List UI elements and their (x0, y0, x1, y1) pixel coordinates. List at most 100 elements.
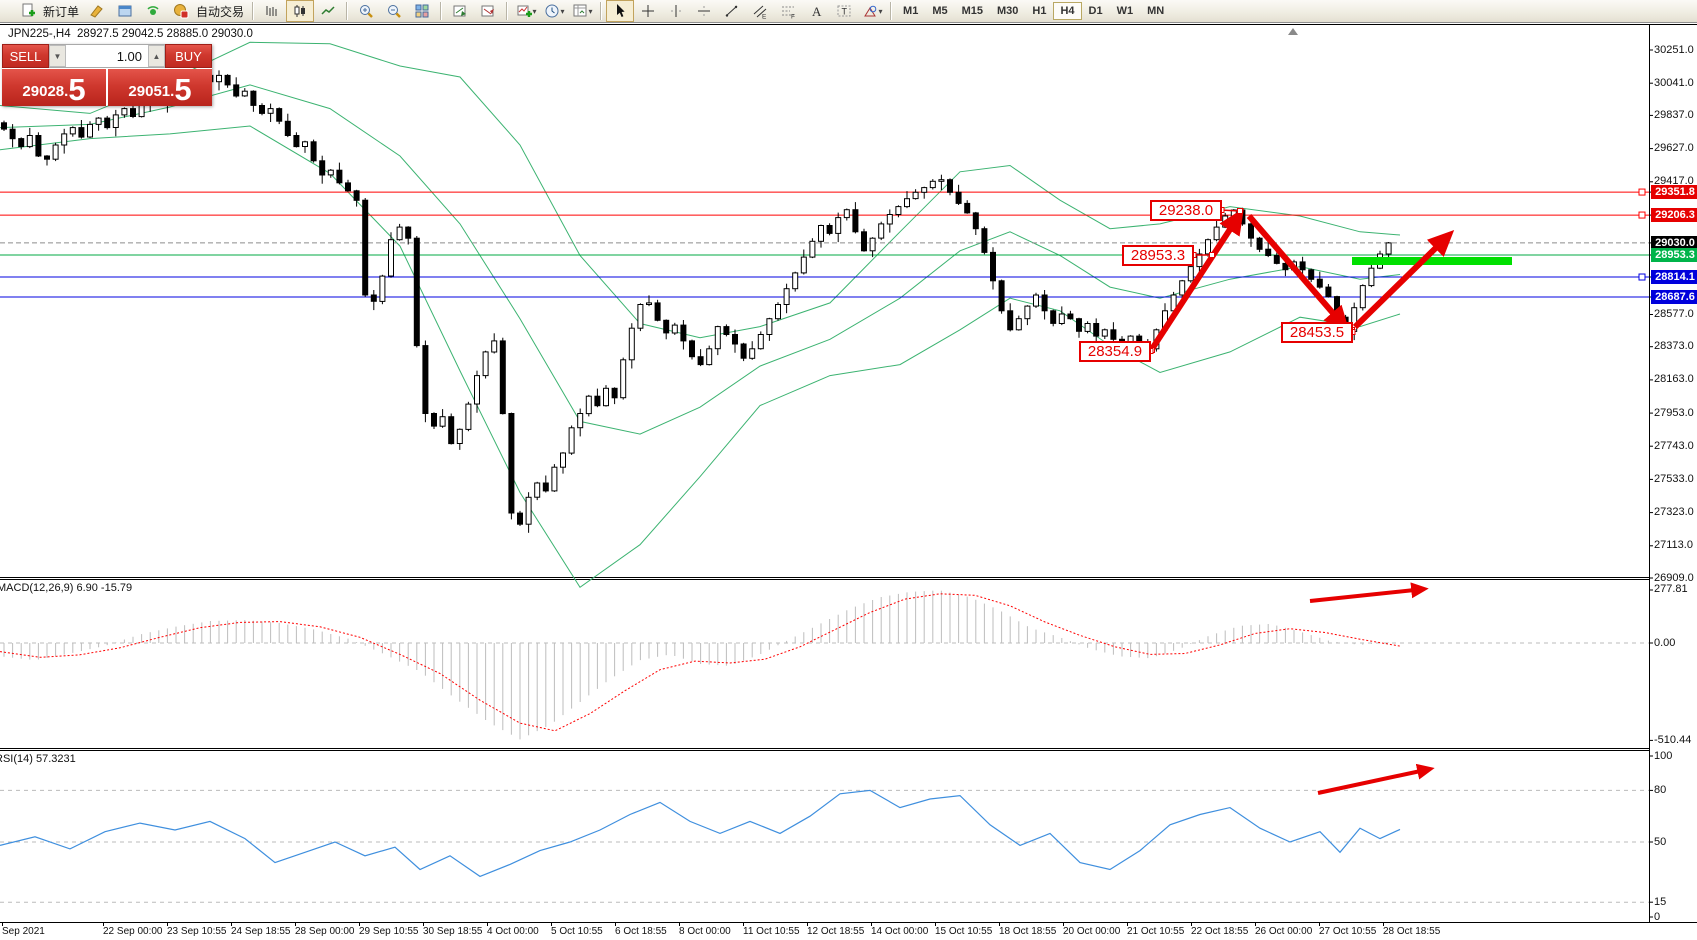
toolbar-button-templates[interactable]: ▾ (568, 0, 596, 22)
trend-arrow (1152, 214, 1240, 349)
toolbar-button-line[interactable] (314, 0, 342, 22)
time-axis-label: 20 Oct 00:00 (1063, 926, 1120, 937)
time-axis-label: 29 Sep 10:55 (359, 926, 419, 937)
svg-text:E: E (762, 14, 767, 20)
bollinger-bands (0, 42, 1400, 587)
tf-button-M1[interactable]: M1 (896, 2, 925, 20)
toolbar-button-shapes[interactable]: ▾ (858, 0, 886, 22)
toolbar-button-autotrade[interactable] (167, 0, 195, 22)
price-tick-label: 30251.0 (1654, 44, 1694, 56)
toolbar-button-chart-arrange[interactable] (446, 0, 474, 22)
toolbar-separator (600, 2, 602, 20)
toolbar-button-indicator-add[interactable]: ▾ (512, 0, 540, 22)
macd-scale-label: -510.44 (1654, 734, 1691, 746)
signal-icon (145, 3, 161, 19)
tf-button-M15[interactable]: M15 (955, 2, 990, 20)
price-callout[interactable]: 28953.3 (1122, 245, 1194, 266)
volume-input[interactable]: 1.00 (66, 45, 148, 67)
trendline-icon (724, 3, 740, 19)
price-callout[interactable]: 28453.5 (1281, 322, 1353, 343)
volume-up-button[interactable]: ▲ (148, 45, 165, 67)
price-tick-label: 27953.0 (1654, 407, 1694, 419)
buy-button[interactable]: BUY (165, 44, 212, 68)
toolbar-button-hline[interactable] (690, 0, 718, 22)
channel-icon: E (752, 3, 768, 19)
time-axis-label: 23 Sep 10:55 (167, 926, 227, 937)
bars-icon (264, 3, 280, 19)
chart-shift-marker[interactable] (1288, 28, 1298, 35)
price-tick-label: 27323.0 (1654, 506, 1694, 518)
time-axis-label: 14 Oct 00:00 (871, 926, 928, 937)
trend-arrow (1249, 216, 1345, 327)
tf-button-MN[interactable]: MN (1140, 2, 1171, 20)
time-axis-label: 4 Oct 00:00 (487, 926, 539, 937)
macd-scale-label: 0.00 (1654, 637, 1675, 649)
chart-canvas[interactable] (0, 0, 1697, 940)
toolbar-button-trendline[interactable] (718, 0, 746, 22)
sell-price[interactable]: 29028.5 (2, 69, 106, 106)
svg-text:F: F (791, 14, 795, 20)
one-click-trade-panel: SELL ▼ 1.00 ▲ BUY 29028.5 29051.5 (2, 44, 212, 106)
price-badge: 29351.8 (1651, 185, 1697, 199)
toolbar-label: 自动交易 (196, 3, 244, 20)
sell-button[interactable]: SELL (2, 44, 49, 68)
toolbar-button-chart-arrange2[interactable] (474, 0, 502, 22)
chevron-down-icon: ▾ (589, 7, 593, 16)
text-a-icon: A (808, 3, 824, 19)
toolbar-button-zoom-in[interactable] (352, 0, 380, 22)
time-axis-label: 12 Oct 18:55 (807, 926, 864, 937)
toolbar-button-tiles[interactable] (408, 0, 436, 22)
toolbar-button-vline[interactable] (662, 0, 690, 22)
toolbar-button-new-order[interactable] (14, 0, 42, 22)
candles-icon (292, 3, 308, 19)
toolbar-button-text-a[interactable]: A (802, 0, 830, 22)
sell-price-big-digit: 5 (68, 75, 85, 105)
tf-button-H4[interactable]: H4 (1053, 2, 1081, 20)
time-axis-label: 28 Oct 18:55 (1383, 926, 1440, 937)
chevron-down-icon: ▾ (533, 7, 537, 16)
tf-button-M30[interactable]: M30 (990, 2, 1025, 20)
toolbar-button-brush[interactable] (83, 0, 111, 22)
toolbar-button-candles[interactable] (286, 0, 314, 22)
toolbar-button-text-label[interactable]: T (830, 0, 858, 22)
time-axis-label: 22 Sep 00:00 (103, 926, 163, 937)
toolbar-button-signal[interactable] (139, 0, 167, 22)
price-badge: 28814.1 (1651, 270, 1697, 284)
time-axis-label: 11 Oct 10:55 (743, 926, 800, 937)
volume-down-button[interactable]: ▼ (49, 45, 66, 67)
toolbar-button-clock[interactable]: ▾ (540, 0, 568, 22)
vline-icon (668, 3, 684, 19)
toolbar-button-bars[interactable] (258, 0, 286, 22)
time-axis-label: 28 Sep 00:00 (295, 926, 355, 937)
tf-button-H1[interactable]: H1 (1025, 2, 1053, 20)
svg-text:T: T (842, 7, 848, 17)
toolbar-button-channel[interactable]: E (746, 0, 774, 22)
toolbar-button-crosshair[interactable] (634, 0, 662, 22)
rsi-panel (0, 756, 1653, 917)
buy-price-main: 29051. (128, 82, 174, 105)
templates-icon (572, 3, 588, 19)
time-axis-label: 26 Oct 00:00 (1255, 926, 1312, 937)
rsi-scale-label: 80 (1654, 784, 1666, 796)
toolbar-label: 新订单 (43, 3, 79, 20)
time-axis-label: 5 Oct 10:55 (551, 926, 603, 937)
price-tick-label: 29627.0 (1654, 142, 1694, 154)
toolbar-button-zoom-out[interactable] (380, 0, 408, 22)
buy-price[interactable]: 29051.5 (108, 69, 212, 106)
time-axis-label: 15 Oct 10:55 (935, 926, 992, 937)
price-badge: 29206.3 (1651, 208, 1697, 222)
toolbar-button-fibo[interactable]: F (774, 0, 802, 22)
toolbar-button-market-watch[interactable] (111, 0, 139, 22)
price-callout[interactable]: 28354.9 (1079, 341, 1151, 362)
macd-panel (0, 590, 1653, 740)
tf-button-M5[interactable]: M5 (925, 2, 954, 20)
tf-button-D1[interactable]: D1 (1082, 2, 1110, 20)
toolbar-button-cursor[interactable] (606, 0, 634, 22)
chart-arrange-icon (452, 3, 468, 19)
price-badge: 28687.6 (1651, 290, 1697, 304)
price-callout[interactable]: 29238.0 (1150, 200, 1222, 221)
time-axis-label: 22 Oct 18:55 (1191, 926, 1248, 937)
tf-button-W1[interactable]: W1 (1110, 2, 1141, 20)
toolbar-separator (346, 2, 348, 20)
clock-icon (544, 3, 560, 19)
